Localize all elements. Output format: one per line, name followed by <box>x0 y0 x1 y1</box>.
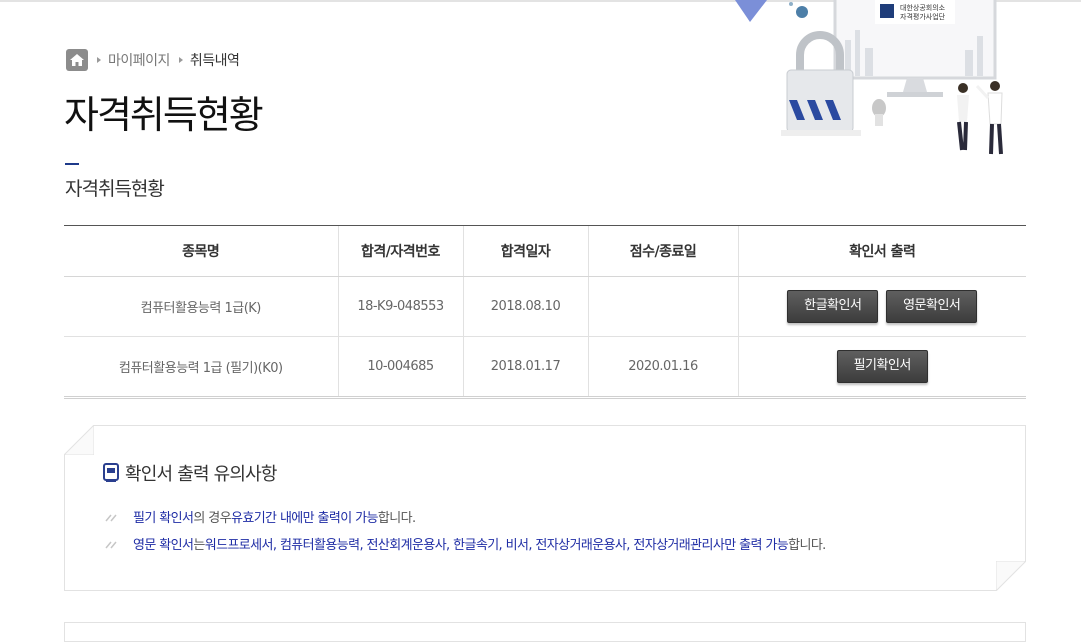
logo-text-1: 대한상공회의소 <box>900 3 946 12</box>
cell-score-enddate: 2020.01.16 <box>587 336 738 399</box>
cell-score-enddate <box>587 276 738 337</box>
notice-item-1-part-d: 합니다. <box>377 511 416 526</box>
breadcrumb-separator <box>178 57 183 63</box>
cell-pass-date: 2018.08.10 <box>462 276 588 337</box>
home-icon[interactable] <box>66 49 88 71</box>
corner-fold-decoration <box>64 425 94 455</box>
notice-item-2-part-c: 워드프로세서, 컴퓨터활용능력, 전산회계운용사, 한글속기, 비서, 전자상거… <box>204 538 789 553</box>
cell-print-buttons: 필기확인서 <box>737 336 1026 399</box>
breadcrumb-mypage[interactable]: 마이페이지 <box>108 50 170 70</box>
cell-pass-number: 18-K9-048553 <box>337 276 463 337</box>
hero-illustration: 대한상공회의소 자격평가사업단 <box>735 0 1003 155</box>
section-marker <box>65 163 79 165</box>
table-row: 컴퓨터활용능력 1급(K) 18-K9-048553 2018.08.10 한글… <box>64 276 1026 337</box>
breadcrumb-separator <box>97 57 101 63</box>
corner-fold-decoration <box>996 561 1026 591</box>
pencil-icon <box>105 541 117 548</box>
notice-item-2-part-a: 영문 확인서 <box>133 538 194 553</box>
cell-pass-date: 2018.01.17 <box>462 336 588 399</box>
certificate-table: 종목명 합격/자격번호 합격일자 점수/종료일 확인서 출력 컴퓨터활용능력 1… <box>64 225 1026 399</box>
english-certificate-button[interactable]: 영문확인서 <box>886 290 978 323</box>
logo-icon <box>880 4 894 18</box>
pencil-icon <box>105 514 117 521</box>
cell-item-name: 컴퓨터활용능력 1급 (필기)(K0) <box>64 336 338 399</box>
korean-certificate-button[interactable]: 한글확인서 <box>787 290 879 323</box>
notice-item-2-part-b: 는 <box>193 538 205 553</box>
page-title: 자격취득현황 <box>64 93 264 137</box>
notice-item-2-part-d: 합니다. <box>788 538 826 553</box>
notice-item-1-part-b: 의 경우 <box>193 511 231 526</box>
breadcrumb-current: 취득내역 <box>189 53 240 69</box>
header-score-enddate: 점수/종료일 <box>587 225 738 277</box>
header-pass-date: 합격일자 <box>462 225 588 277</box>
document-icon <box>103 463 119 482</box>
paper-plane-icon <box>735 0 767 22</box>
header-item-name: 종목명 <box>64 225 338 277</box>
table-header-row: 종목명 합격/자격번호 합격일자 점수/종료일 확인서 출력 <box>64 225 1026 277</box>
written-certificate-button[interactable]: 필기확인서 <box>836 350 928 383</box>
next-section-box <box>64 622 1026 642</box>
notice-title: 확인서 출력 유의사항 <box>125 464 277 485</box>
logo-text-2: 자격평가사업단 <box>900 12 946 21</box>
notice-heading: 확인서 출력 유의사항 <box>103 460 277 486</box>
notice-item-1-part-c: 유효기간 내에만 출력이 가능 <box>230 511 379 526</box>
cell-pass-number: 10-004685 <box>337 336 463 399</box>
notice-item-1-part-a: 필기 확인서 <box>133 511 194 526</box>
table-row: 컴퓨터활용능력 1급 (필기)(K0) 10-004685 2018.01.17… <box>64 336 1026 399</box>
breadcrumb: 마이페이지 취득내역 <box>66 49 240 71</box>
section-title: 자격취득현황 <box>65 178 165 200</box>
cell-print-buttons: 한글확인서 영문확인서 <box>737 276 1026 337</box>
header-print-certificate: 확인서 출력 <box>737 225 1026 277</box>
notice-item-1: 필기 확인서 의 경우 유효기간 내에만 출력이 가능 합니다. <box>105 507 416 526</box>
notice-box: 확인서 출력 유의사항 필기 확인서 의 경우 유효기간 내에만 출력이 가능 … <box>64 425 1026 591</box>
notice-item-2: 영문 확인서 는 워드프로세서, 컴퓨터활용능력, 전산회계운용사, 한글속기,… <box>105 534 826 553</box>
cell-item-name: 컴퓨터활용능력 1급(K) <box>64 276 338 337</box>
header-pass-number: 합격/자격번호 <box>337 225 463 277</box>
